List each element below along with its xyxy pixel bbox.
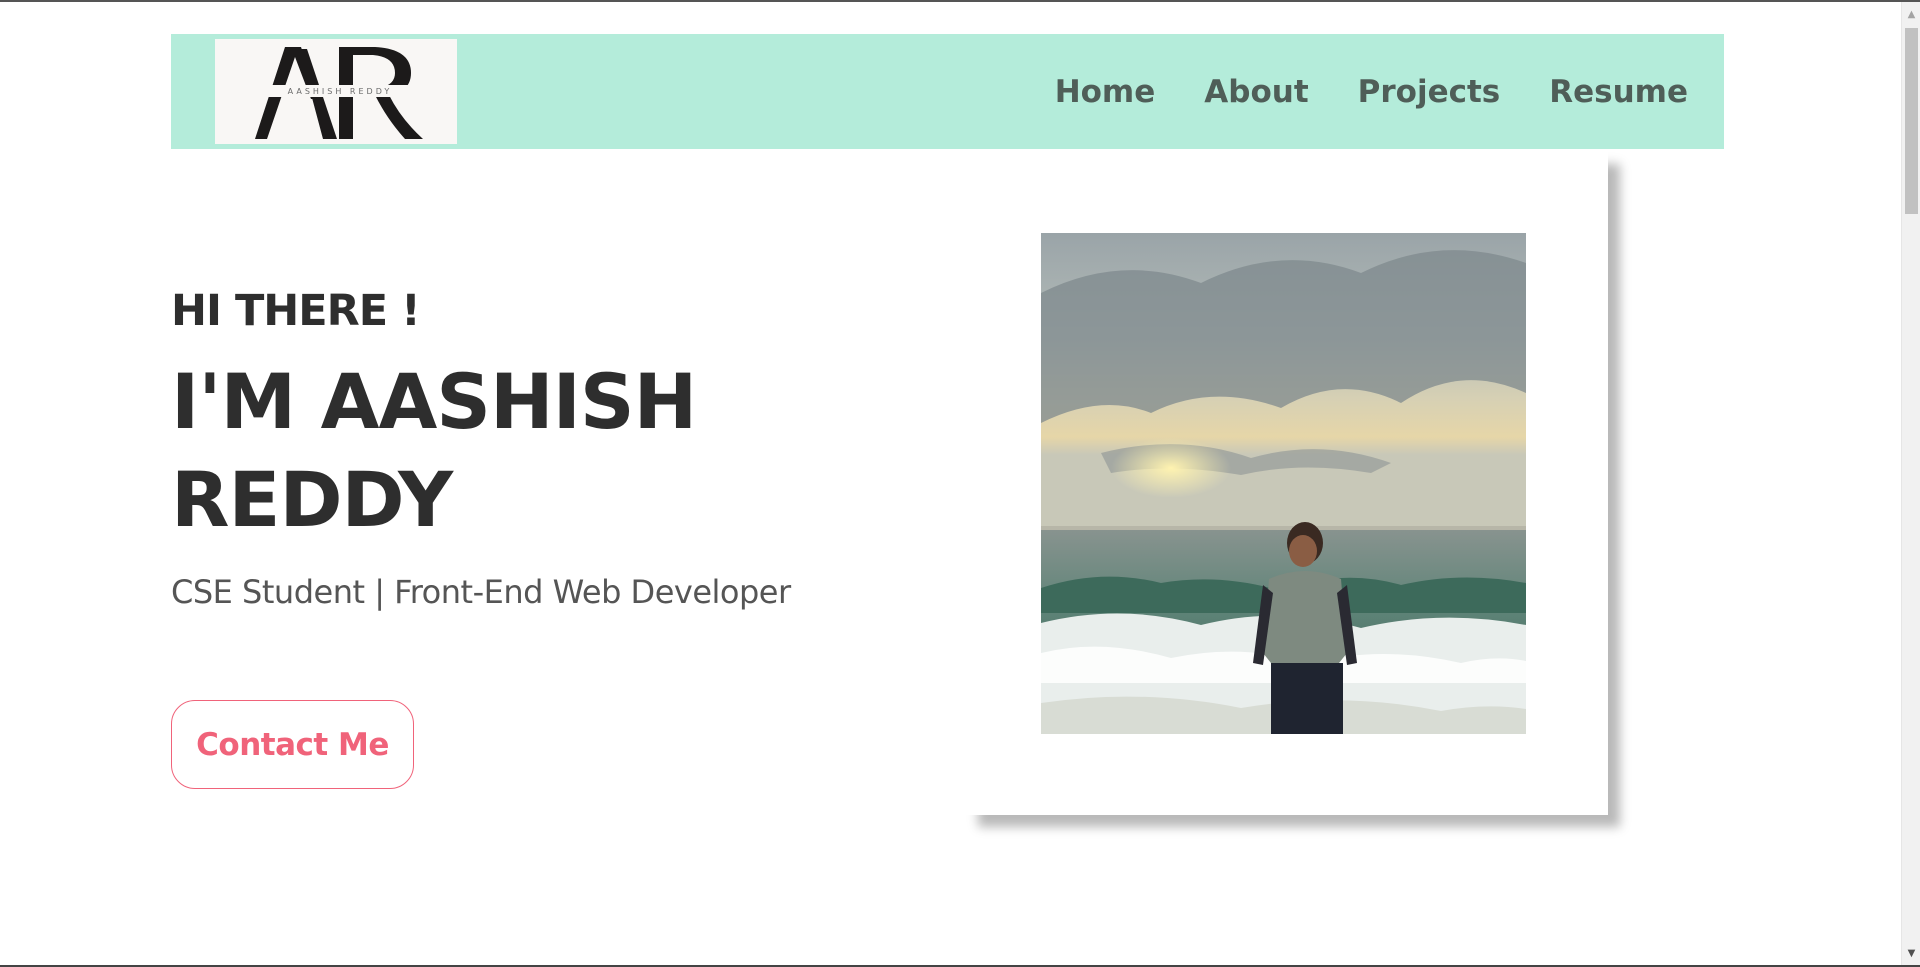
scroll-up-arrow-icon[interactable]: ▲: [1902, 4, 1920, 24]
nav-about[interactable]: About: [1204, 74, 1308, 110]
profile-photo: [1041, 233, 1526, 734]
main-nav: Home About Projects Resume: [1055, 34, 1688, 149]
site-header: AASHISH REDDY Home About Projects Resume: [171, 34, 1724, 149]
nav-projects[interactable]: Projects: [1358, 74, 1501, 110]
scroll-down-arrow-icon[interactable]: ▼: [1902, 943, 1920, 963]
hero-greeting: HI THERE !: [171, 286, 421, 336]
nav-resume[interactable]: Resume: [1549, 74, 1688, 110]
hero-name-line-1: I'M AASHISH: [171, 357, 697, 446]
contact-me-button[interactable]: Contact Me: [171, 700, 414, 789]
hero-name-line-2: REDDY: [171, 455, 453, 544]
page-scrollbar[interactable]: ▲ ▼: [1901, 2, 1920, 965]
nav-home[interactable]: Home: [1055, 74, 1156, 110]
logo-mark: AASHISH REDDY: [255, 47, 425, 139]
site-logo[interactable]: AASHISH REDDY: [215, 39, 457, 144]
hero-tagline: CSE Student | Front-End Web Developer: [171, 573, 791, 611]
svg-text:AASHISH REDDY: AASHISH REDDY: [288, 87, 393, 96]
window-top-edge: [0, 0, 1920, 2]
profile-photo-card: [966, 152, 1608, 815]
scrollbar-thumb[interactable]: [1905, 28, 1918, 214]
